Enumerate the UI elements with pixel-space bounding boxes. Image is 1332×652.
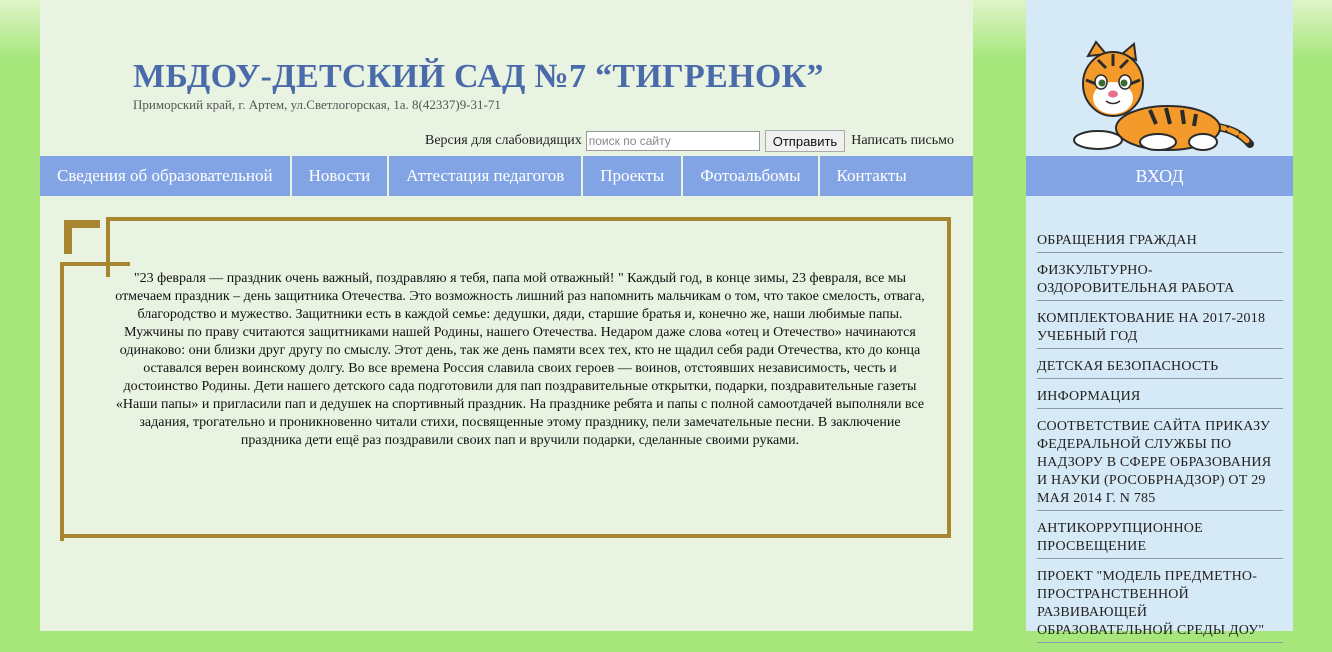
search-submit-button[interactable]: Отправить <box>764 130 846 152</box>
nav-item-photo-albums[interactable]: Фотоальбомы <box>683 156 820 196</box>
sidebar-item-project-model[interactable]: ПРОЕКТ "МОДЕЛЬ ПРЕДМЕТНО-ПРОСТРАНСТВЕННО… <box>1037 568 1283 643</box>
search-input[interactable] <box>585 131 760 151</box>
write-letter-link[interactable]: Написать письмо <box>851 133 954 149</box>
sidebar-item-site-compliance[interactable]: СООТВЕТСТВИЕ САЙТА ПРИКАЗУ ФЕДЕРАЛЬНОЙ С… <box>1037 418 1283 511</box>
sidebar-item-enrollment[interactable]: КОМПЛЕКТОВАНИЕ НА 2017-2018 УЧЕБНЫЙ ГОД <box>1037 310 1283 349</box>
frame-corner-ornament <box>60 262 130 266</box>
main-column: МБДОУ-ДЕТСКИЙ САД №7 “ТИГРЕНОК” Приморск… <box>40 0 973 631</box>
header-toolbar: Версия для слабовидящих Отправить Написа… <box>425 130 954 152</box>
sidebar-item-citizen-appeals[interactable]: ОБРАЩЕНИЯ ГРАЖДАН <box>1037 232 1283 253</box>
sidebar-item-information[interactable]: ИНФОРМАЦИЯ <box>1037 388 1283 409</box>
frame-corner-ornament <box>64 220 100 228</box>
sidebar-menu: ОБРАЩЕНИЯ ГРАЖДАН ФИЗКУЛЬТУРНО-ОЗДОРОВИТ… <box>1037 232 1283 652</box>
nav-item-certification[interactable]: Аттестация педагогов <box>389 156 584 196</box>
login-button[interactable]: ВХОД <box>1026 156 1293 196</box>
nav-item-news[interactable]: Новости <box>292 156 390 196</box>
sidebar-item-anticorruption[interactable]: АНТИКОРРУПЦИОННОЕ ПРОСВЕЩЕНИЕ <box>1037 520 1283 559</box>
article-text: "23 февраля — праздник очень важный, поз… <box>115 271 925 448</box>
site-address: Приморский край, г. Артем, ул.Светлогорс… <box>133 97 501 112</box>
article-frame-top-border <box>106 217 951 221</box>
nav-item-projects[interactable]: Проекты <box>583 156 684 196</box>
main-nav: Сведения об образовательной Новости Атте… <box>40 156 973 196</box>
visually-impaired-link[interactable]: Версия для слабовидящих <box>425 133 582 149</box>
tiger-cub-icon <box>1073 40 1254 151</box>
article-frame-left-border <box>60 263 64 541</box>
nav-item-contacts[interactable]: Контакты <box>820 156 924 196</box>
sidebar-item-child-safety[interactable]: ДЕТСКАЯ БЕЗОПАСНОСТЬ <box>1037 358 1283 379</box>
sidebar-item-physical-health[interactable]: ФИЗКУЛЬТУРНО-ОЗДОРОВИТЕЛЬНАЯ РАБОТА <box>1037 262 1283 301</box>
nav-item-about[interactable]: Сведения об образовательной <box>40 156 292 196</box>
frame-corner-ornament <box>106 217 110 277</box>
site-title: МБДОУ-ДЕТСКИЙ САД №7 “ТИГРЕНОК” <box>133 58 824 95</box>
